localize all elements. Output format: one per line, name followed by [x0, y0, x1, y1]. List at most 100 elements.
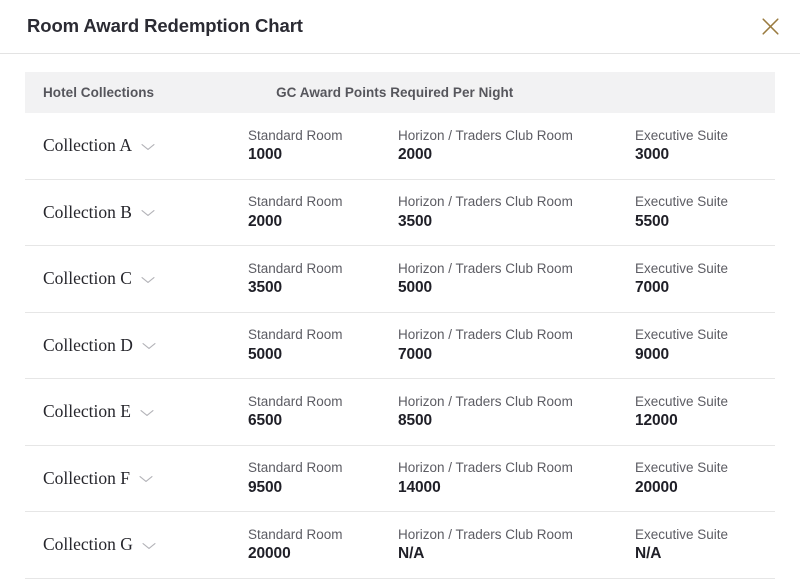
room-type-label: Horizon / Traders Club Room: [398, 460, 573, 476]
chevron-down-icon: [141, 271, 155, 289]
cell-executive-suite: Executive Suite N/A: [635, 527, 775, 563]
room-points-value: 20000: [635, 478, 678, 496]
cell-horizon-traders-club-room: Horizon / Traders Club Room N/A: [398, 527, 635, 563]
cell-horizon-traders-club-room: Horizon / Traders Club Room 7000: [398, 327, 635, 363]
room-type-label: Standard Room: [248, 393, 343, 409]
cell-standard-room: Standard Room 9500: [248, 460, 398, 496]
chevron-down-icon: [142, 537, 156, 555]
chevron-down-icon: [140, 404, 154, 422]
room-type-label: Horizon / Traders Club Room: [398, 260, 573, 276]
collection-toggle-3[interactable]: Collection D: [25, 335, 248, 355]
room-type-label: Horizon / Traders Club Room: [398, 194, 573, 210]
table-row: Collection D Standard Room 5000 Horizon …: [25, 313, 775, 379]
table-row: Collection E Standard Room 6500 Horizon …: [25, 379, 775, 446]
cell-standard-room: Standard Room 6500: [248, 394, 398, 430]
collection-name: Collection E: [43, 401, 131, 421]
close-button[interactable]: [754, 10, 786, 42]
cell-standard-room: Standard Room 3500: [248, 261, 398, 297]
collection-name: Collection B: [43, 201, 132, 222]
cell-executive-suite: Executive Suite 20000: [635, 460, 775, 496]
cell-standard-room: Standard Room 2000: [248, 194, 398, 230]
cell-horizon-traders-club-room: Horizon / Traders Club Room 14000: [398, 460, 635, 496]
table-body: Collection A Standard Room 1000 Horizon …: [25, 113, 775, 579]
cell-standard-room: Standard Room 20000: [248, 527, 398, 563]
cell-horizon-traders-club-room: Horizon / Traders Club Room 3500: [398, 194, 635, 230]
collection-name: Collection C: [43, 268, 132, 288]
room-type-label: Standard Room: [248, 526, 343, 542]
room-type-label: Executive Suite: [635, 327, 729, 343]
chevron-down-icon: [142, 337, 156, 355]
chevron-down-icon: [139, 470, 153, 488]
room-type-label: Horizon / Traders Club Room: [398, 127, 573, 143]
award-chart-table: Hotel Collections GC Award Points Requir…: [25, 72, 775, 579]
room-award-redemption-dialog: Room Award Redemption Chart Hotel Collec…: [0, 0, 800, 586]
room-type-label: Executive Suite: [635, 127, 729, 143]
collection-name: Collection D: [43, 334, 133, 355]
cell-executive-suite: Executive Suite 12000: [635, 394, 775, 430]
room-points-value: 20000: [248, 545, 291, 563]
collection-toggle-0[interactable]: Collection A: [25, 136, 248, 156]
close-icon: [761, 17, 780, 36]
cell-executive-suite: Executive Suite 7000: [635, 261, 775, 297]
room-points-value: 8500: [398, 412, 433, 430]
table-row: Collection G Standard Room 20000 Horizon…: [25, 512, 775, 579]
room-points-value: 5000: [248, 345, 283, 363]
page-title: Room Award Redemption Chart: [27, 15, 303, 37]
room-type-label: Standard Room: [248, 327, 343, 343]
room-points-value: 7000: [635, 279, 670, 297]
room-type-label: Horizon / Traders Club Room: [398, 393, 573, 409]
table-row: Collection A Standard Room 1000 Horizon …: [25, 113, 775, 180]
room-points-value: 1000: [248, 146, 283, 164]
room-type-label: Horizon / Traders Club Room: [398, 526, 573, 542]
room-type-label: Executive Suite: [635, 460, 729, 476]
room-points-value: 9500: [248, 478, 283, 496]
room-points-value: 3500: [248, 279, 283, 297]
collection-toggle-5[interactable]: Collection F: [25, 468, 248, 488]
room-type-label: Standard Room: [248, 260, 343, 276]
cell-standard-room: Standard Room 5000: [248, 327, 398, 363]
room-points-value: 3500: [398, 212, 433, 230]
cell-horizon-traders-club-room: Horizon / Traders Club Room 8500: [398, 394, 635, 430]
collection-toggle-6[interactable]: Collection G: [25, 535, 248, 555]
table-row: Collection C Standard Room 3500 Horizon …: [25, 246, 775, 313]
chevron-down-icon: [141, 138, 155, 156]
room-points-value: 2000: [248, 212, 283, 230]
room-points-value: 12000: [635, 412, 678, 430]
room-type-label: Executive Suite: [635, 393, 729, 409]
room-type-label: Executive Suite: [635, 260, 729, 276]
room-type-label: Executive Suite: [635, 526, 729, 542]
room-points-value: 5500: [635, 212, 670, 230]
room-points-value: 5000: [398, 279, 433, 297]
table-row: Collection F Standard Room 9500 Horizon …: [25, 446, 775, 512]
collection-name: Collection G: [43, 534, 133, 554]
room-points-value: 2000: [398, 146, 433, 164]
room-type-label: Standard Room: [248, 194, 343, 210]
room-points-value: 3000: [635, 146, 670, 164]
chevron-down-icon: [141, 204, 155, 222]
column-header-hotel-collections: Hotel Collections: [43, 85, 155, 100]
room-points-value: N/A: [398, 545, 425, 563]
table-row: Collection B Standard Room 2000 Horizon …: [25, 180, 775, 246]
collection-toggle-2[interactable]: Collection C: [25, 269, 248, 289]
room-points-value: N/A: [635, 545, 662, 563]
table-header-row: Hotel Collections GC Award Points Requir…: [25, 72, 775, 113]
cell-executive-suite: Executive Suite 5500: [635, 194, 775, 230]
room-points-value: 7000: [398, 345, 433, 363]
collection-toggle-4[interactable]: Collection E: [25, 402, 248, 422]
column-header-award-points: GC Award Points Required Per Night: [276, 85, 514, 100]
room-points-value: 14000: [398, 478, 441, 496]
collection-name: Collection F: [43, 467, 131, 488]
table-container: Hotel Collections GC Award Points Requir…: [0, 54, 800, 579]
room-type-label: Standard Room: [248, 127, 343, 143]
room-points-value: 6500: [248, 412, 283, 430]
cell-standard-room: Standard Room 1000: [248, 128, 398, 164]
room-type-label: Horizon / Traders Club Room: [398, 327, 573, 343]
dialog-header: Room Award Redemption Chart: [0, 0, 800, 54]
cell-horizon-traders-club-room: Horizon / Traders Club Room 5000: [398, 261, 635, 297]
collection-name: Collection A: [43, 135, 132, 155]
room-type-label: Executive Suite: [635, 194, 729, 210]
collection-toggle-1[interactable]: Collection B: [25, 202, 248, 222]
cell-executive-suite: Executive Suite 3000: [635, 128, 775, 164]
room-points-value: 9000: [635, 345, 670, 363]
cell-executive-suite: Executive Suite 9000: [635, 327, 775, 363]
